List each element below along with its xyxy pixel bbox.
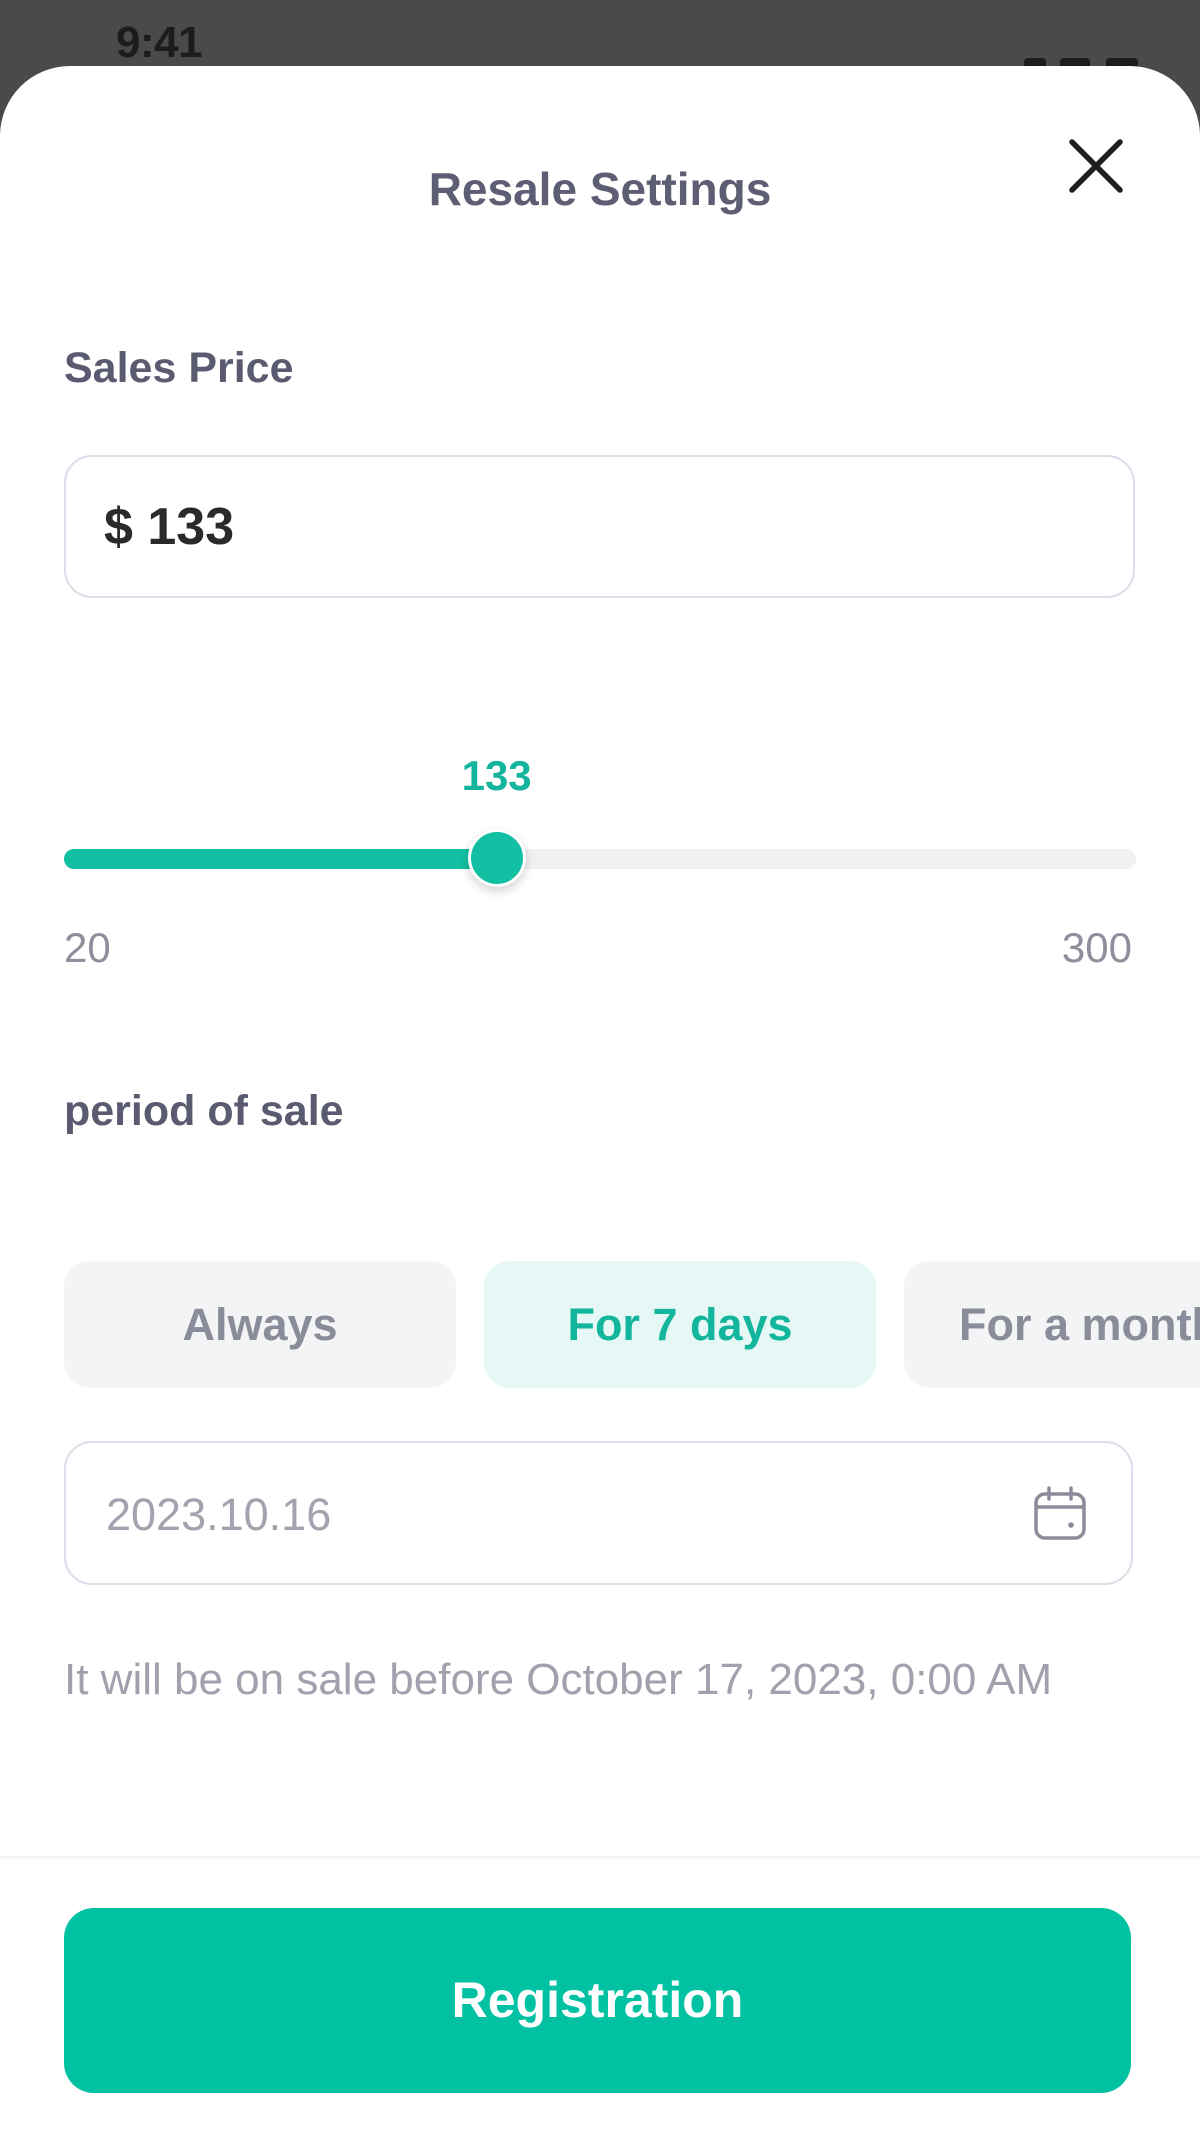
period-option-month[interactable]: For a month [904, 1261, 1200, 1388]
sales-price-label: Sales Price [64, 344, 294, 392]
calendar-icon[interactable] [1031, 1485, 1089, 1543]
sales-price-value: $ 133 [104, 498, 235, 556]
sales-price-input[interactable]: $ 133 [64, 455, 1135, 598]
registration-button[interactable]: Registration [64, 1908, 1131, 2093]
slider-value-label: 133 [461, 752, 532, 799]
slider-max-label: 300 [1061, 924, 1132, 971]
status-time: 9:41 [116, 18, 203, 67]
sale-period-note: It will be on sale before October 17, 20… [64, 1655, 1053, 1704]
period-option-7-days[interactable]: For 7 days [484, 1261, 876, 1388]
date-value: 2023.10.16 [106, 1489, 332, 1540]
status-bar: 9:41 [0, 0, 1200, 68]
price-slider-track[interactable] [64, 849, 1136, 869]
price-slider-fill [64, 849, 497, 869]
price-slider-thumb[interactable] [467, 829, 526, 887]
period-of-sale-label: period of sale [64, 1087, 344, 1135]
sheet-title: Resale Settings [428, 163, 772, 215]
close-button[interactable] [1060, 130, 1132, 202]
period-options: Always For 7 days For a month [64, 1261, 1200, 1388]
close-icon [1069, 139, 1123, 193]
period-option-always[interactable]: Always [64, 1261, 456, 1388]
date-input[interactable]: 2023.10.16 [64, 1441, 1133, 1585]
footer-divider [0, 1856, 1200, 1859]
slider-min-label: 20 [64, 924, 111, 971]
resale-settings-sheet: Resale Settings Sales Price $ 133 133 20… [0, 66, 1200, 2133]
